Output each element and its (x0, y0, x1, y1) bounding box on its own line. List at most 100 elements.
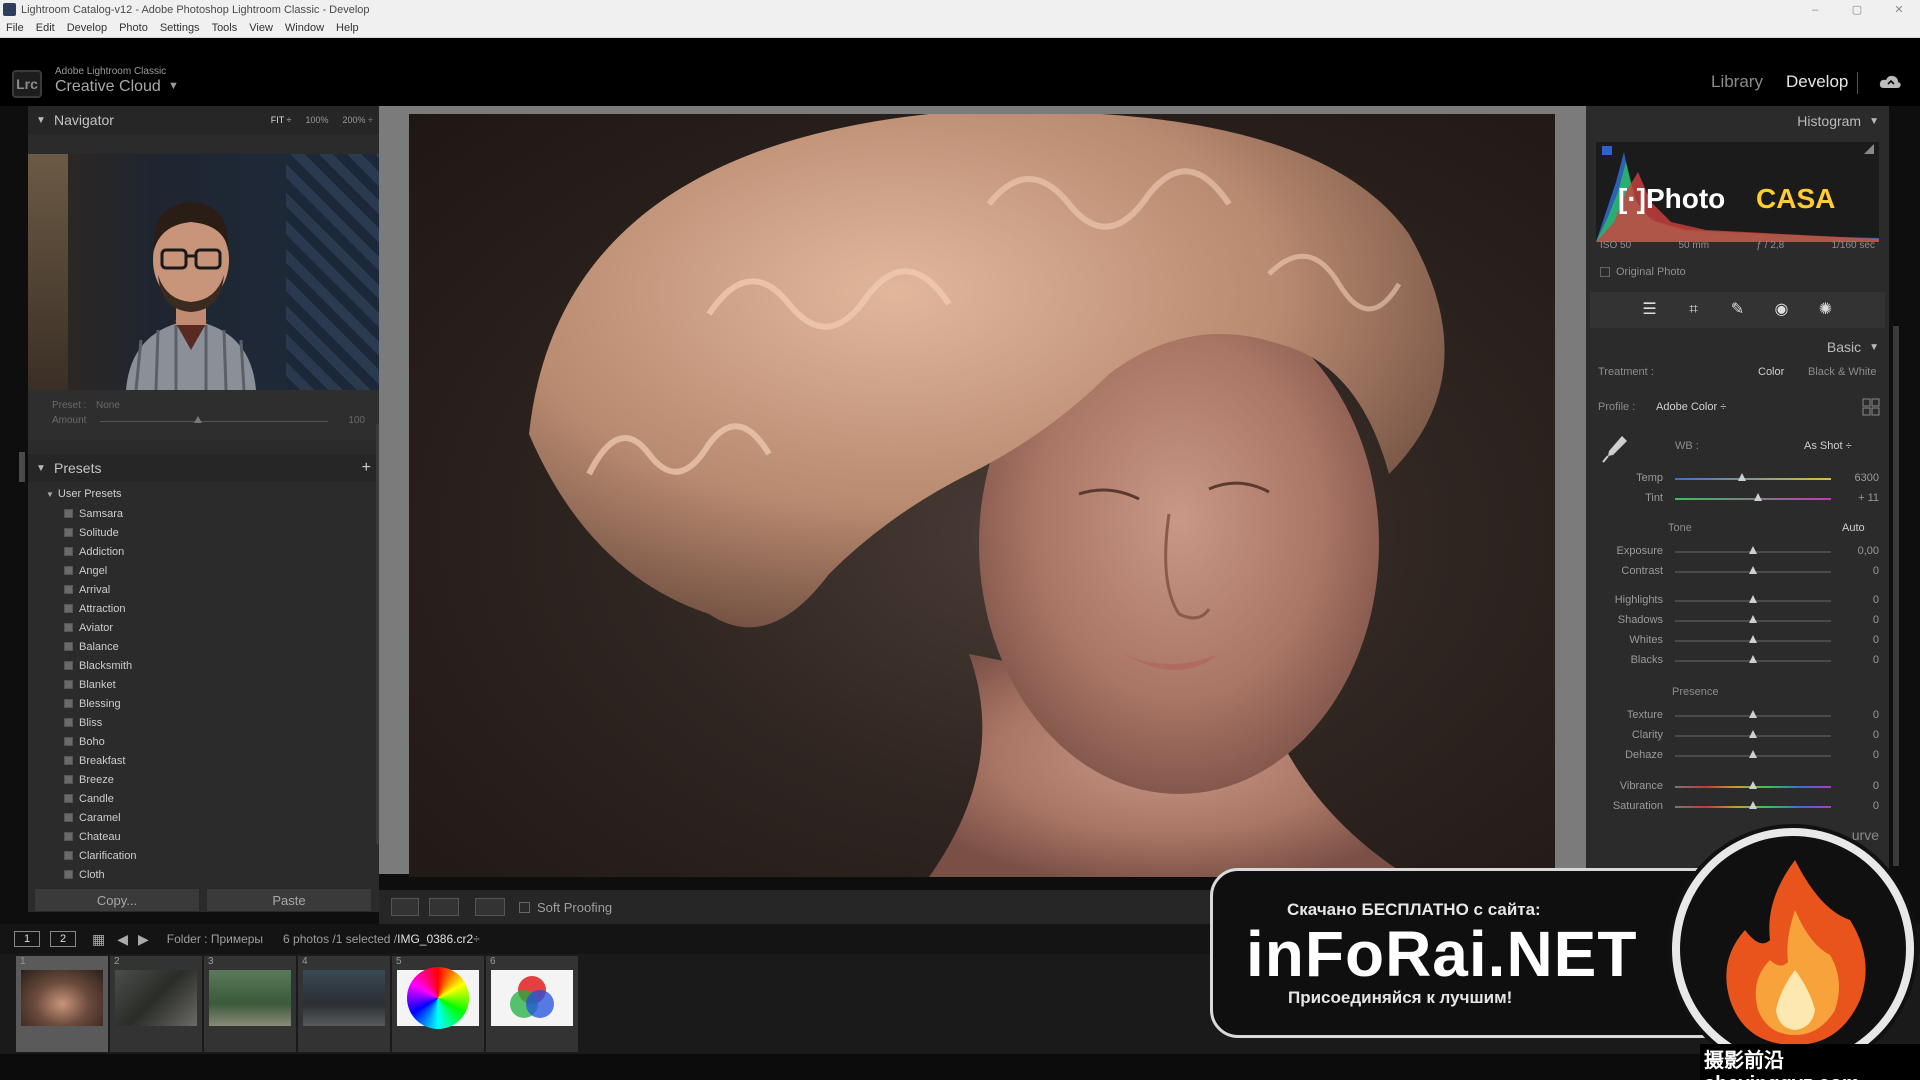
back-arrow-icon[interactable]: ◀ (117, 931, 128, 948)
soft-proofing-checkbox[interactable] (519, 901, 530, 913)
filmstrip-thumb[interactable]: 4 (298, 956, 390, 1052)
zoom-fit[interactable]: FIT ÷ (271, 115, 292, 125)
slider-value[interactable]: 0 (1873, 594, 1879, 606)
maximize-button[interactable]: ▢ (1836, 0, 1878, 19)
slider-value[interactable]: 0 (1873, 709, 1879, 721)
profile-browser-icon[interactable] (1862, 398, 1880, 416)
slider-value[interactable]: 0,00 (1858, 545, 1879, 557)
slider-tint[interactable]: Tint + 11 (1586, 490, 1889, 506)
slider-knob[interactable] (1749, 801, 1757, 809)
histogram-header[interactable]: Histogram ▼ (1586, 106, 1889, 136)
slider-value[interactable]: 0 (1873, 614, 1879, 626)
navigator-header[interactable]: ▼ Navigator FIT ÷ 100% 200% ÷ (28, 106, 379, 134)
treatment-bw[interactable]: Black & White (1808, 366, 1876, 378)
filename-caret[interactable]: ÷ (473, 932, 480, 946)
menu-help[interactable]: Help (336, 22, 359, 34)
slider-contrast[interactable]: Contrast 0 (1586, 563, 1889, 579)
zoom-100[interactable]: 100% (306, 115, 329, 125)
slider-knob[interactable] (1749, 635, 1757, 643)
preset-item-attraction[interactable]: Attraction (28, 599, 379, 618)
treatment-color[interactable]: Color (1758, 366, 1784, 378)
slider-vibrance[interactable]: Vibrance 0 (1586, 778, 1889, 794)
wb-eyedropper-icon[interactable] (1600, 432, 1630, 464)
redeye-icon[interactable]: ◉ (1772, 300, 1792, 320)
filmstrip-thumb[interactable]: 1 (16, 956, 108, 1052)
collapse-triangle-icon[interactable]: ▼ (1869, 342, 1879, 353)
preset-item-arrival[interactable]: Arrival (28, 580, 379, 599)
preset-item-balance[interactable]: Balance (28, 637, 379, 656)
preset-item-bliss[interactable]: Bliss (28, 713, 379, 732)
slider-saturation[interactable]: Saturation 0 (1586, 798, 1889, 814)
menu-file[interactable]: File (6, 22, 24, 34)
slider-value[interactable]: 6300 (1855, 472, 1879, 484)
menu-photo[interactable]: Photo (119, 22, 148, 34)
slider-blacks[interactable]: Blacks 0 (1586, 652, 1889, 668)
main-photo[interactable] (409, 114, 1555, 877)
loupe-view-button[interactable] (391, 898, 419, 916)
slider-knob[interactable] (1749, 655, 1757, 663)
preset-item-samsara[interactable]: Samsara (28, 504, 379, 523)
amount-slider[interactable] (100, 421, 328, 422)
filmstrip-thumb[interactable]: 2 (110, 956, 202, 1052)
zoom-200[interactable]: 200% ÷ (343, 115, 373, 125)
slider-value[interactable]: 0 (1873, 634, 1879, 646)
slider-knob[interactable] (1749, 750, 1757, 758)
masking-icon[interactable]: ✺ (1816, 300, 1836, 320)
slider-value[interactable]: 0 (1873, 565, 1879, 577)
folder-source[interactable]: Folder : Примеры (167, 932, 263, 946)
slider-whites[interactable]: Whites 0 (1586, 632, 1889, 648)
navigator-preview[interactable] (28, 154, 436, 390)
slider-highlights[interactable]: Highlights 0 (1586, 592, 1889, 608)
close-button[interactable]: ✕ (1878, 0, 1920, 19)
sliders-icon[interactable]: ☰ (1640, 300, 1660, 320)
slider-value[interactable]: 0 (1873, 654, 1879, 666)
cloud-sync-icon[interactable] (1878, 72, 1902, 92)
module-develop[interactable]: Develop (1786, 72, 1848, 92)
slider-value[interactable]: + 11 (1858, 492, 1879, 504)
menu-window[interactable]: Window (285, 22, 324, 34)
preset-item-aviator[interactable]: Aviator (28, 618, 379, 637)
window-1-tab[interactable]: 1 (14, 931, 40, 947)
healing-icon[interactable]: ✎ (1728, 300, 1748, 320)
slider-value[interactable]: 0 (1873, 729, 1879, 741)
preset-item-caramel[interactable]: Caramel (28, 808, 379, 827)
module-library[interactable]: Library (1711, 72, 1763, 92)
slider-exposure[interactable]: Exposure 0,00 (1586, 543, 1889, 559)
presets-header[interactable]: ▼ Presets + (28, 454, 379, 482)
preset-item-angel[interactable]: Angel (28, 561, 379, 580)
slider-value[interactable]: 0 (1873, 800, 1879, 812)
basic-header[interactable]: Basic ▼ (1586, 332, 1889, 362)
preset-item-clarification[interactable]: Clarification (28, 846, 379, 865)
histogram[interactable]: [·]Photo CASA (1596, 142, 1879, 242)
tone-auto-button[interactable]: Auto (1842, 522, 1865, 534)
original-photo-toggle[interactable]: Original Photo (1600, 266, 1686, 278)
preset-item-breeze[interactable]: Breeze (28, 770, 379, 789)
preset-item-blessing[interactable]: Blessing (28, 694, 379, 713)
menu-edit[interactable]: Edit (36, 22, 55, 34)
slider-knob[interactable] (1749, 595, 1757, 603)
preset-item-boho[interactable]: Boho (28, 732, 379, 751)
before-after-button[interactable] (429, 898, 459, 916)
wb-dropdown[interactable]: As Shot ÷ (1804, 440, 1852, 452)
expand-triangle-icon[interactable]: ▼ (46, 490, 54, 499)
preset-item-chateau[interactable]: Chateau (28, 827, 379, 846)
preset-item-breakfast[interactable]: Breakfast (28, 751, 379, 770)
amount-slider-knob[interactable] (194, 416, 203, 423)
slider-texture[interactable]: Texture 0 (1586, 707, 1889, 723)
menu-develop[interactable]: Develop (67, 22, 107, 34)
slider-shadows[interactable]: Shadows 0 (1586, 612, 1889, 628)
slider-knob[interactable] (1749, 546, 1757, 554)
slider-knob[interactable] (1749, 781, 1757, 789)
preset-item-solitude[interactable]: Solitude (28, 523, 379, 542)
user-presets-group[interactable]: ▼ User Presets (46, 488, 122, 500)
slider-knob[interactable] (1749, 710, 1757, 718)
filmstrip-thumb[interactable]: 3 (204, 956, 296, 1052)
original-photo-checkbox[interactable] (1600, 267, 1610, 277)
slider-knob[interactable] (1753, 493, 1762, 501)
right-panel-scrollbar[interactable] (1893, 326, 1899, 866)
slider-knob[interactable] (1738, 473, 1747, 481)
crop-icon[interactable]: ⌗ (1684, 300, 1704, 320)
window-2-tab[interactable]: 2 (50, 931, 76, 947)
collapse-triangle-icon[interactable]: ▼ (1869, 116, 1879, 127)
selected-filename[interactable]: IMG_0386.cr2 (397, 932, 473, 946)
